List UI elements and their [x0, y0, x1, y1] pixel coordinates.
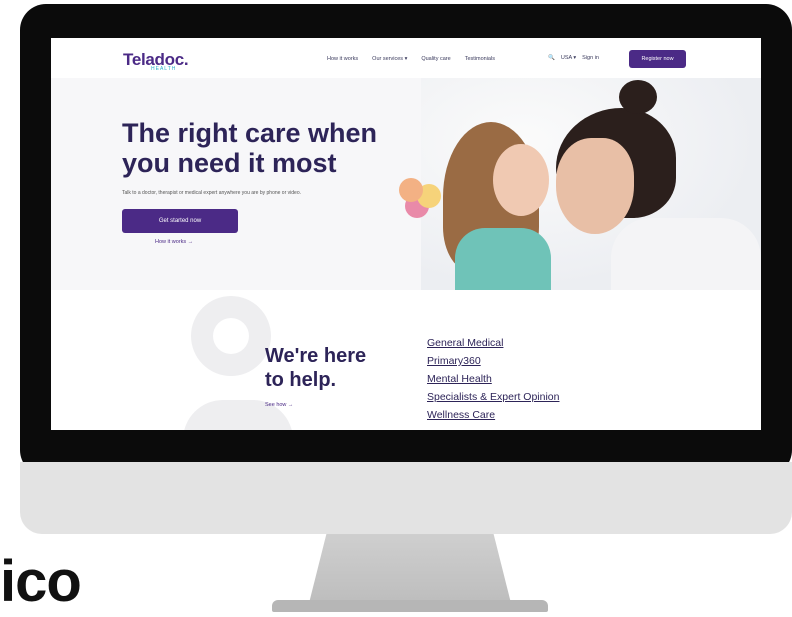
service-wellness[interactable]: Wellness Care: [427, 406, 559, 424]
monitor-base: [272, 600, 548, 612]
locale-select[interactable]: USA ▾: [561, 55, 576, 61]
woman-bun: [619, 80, 657, 114]
nav-links: How it works Our services ▾ Quality care…: [327, 56, 495, 62]
hero-title-line1: The right care when: [122, 118, 378, 148]
woman-body: [611, 218, 761, 290]
help-title: We're here to help.: [265, 344, 366, 392]
help-title-line1: We're here: [265, 345, 367, 367]
nav-link-how-it-works[interactable]: How it works: [327, 56, 358, 62]
services-list: General Medical Primary360 Mental Health…: [427, 334, 559, 424]
ghost-inner-decor: [213, 318, 249, 354]
hero-title-line2: you need it most: [122, 148, 337, 178]
nav-link-testimonials[interactable]: Testimonials: [465, 56, 495, 62]
hero-subtitle: Talk to a doctor, therapist or medical e…: [122, 190, 301, 196]
see-how-link[interactable]: See how →: [265, 402, 293, 408]
girl-body: [455, 228, 551, 290]
hero-section: [51, 78, 761, 290]
get-started-button[interactable]: Get started now: [122, 209, 238, 233]
search-icon[interactable]: 🔍: [548, 55, 555, 61]
service-general-medical[interactable]: General Medical: [427, 334, 559, 352]
caption-text: ico: [0, 549, 82, 614]
monitor-stand: [308, 534, 512, 604]
nav-link-quality[interactable]: Quality care: [421, 56, 450, 62]
woman-face: [556, 138, 634, 234]
service-specialists[interactable]: Specialists & Expert Opinion: [427, 388, 559, 406]
register-button[interactable]: Register now: [629, 50, 686, 68]
hero-title: The right care when you need it most: [122, 118, 412, 178]
logo-subtitle: HEALTH: [151, 66, 177, 72]
nav-link-services[interactable]: Our services ▾: [372, 56, 407, 62]
top-nav: Teladoc. HEALTH How it works Our service…: [51, 38, 761, 78]
service-primary360[interactable]: Primary360: [427, 352, 559, 370]
how-it-works-link[interactable]: How it works →: [155, 239, 193, 245]
girl-face: [493, 144, 549, 216]
service-mental-health[interactable]: Mental Health: [427, 370, 559, 388]
help-title-line2: to help.: [265, 369, 337, 391]
website-screen: Teladoc. HEALTH How it works Our service…: [51, 38, 761, 430]
help-section: We're here to help. See how → General Me…: [51, 290, 761, 430]
sign-in-link[interactable]: Sign in: [582, 55, 599, 61]
nav-utilities: 🔍 USA ▾ Sign in: [548, 55, 599, 61]
monitor-chin: [20, 462, 792, 534]
